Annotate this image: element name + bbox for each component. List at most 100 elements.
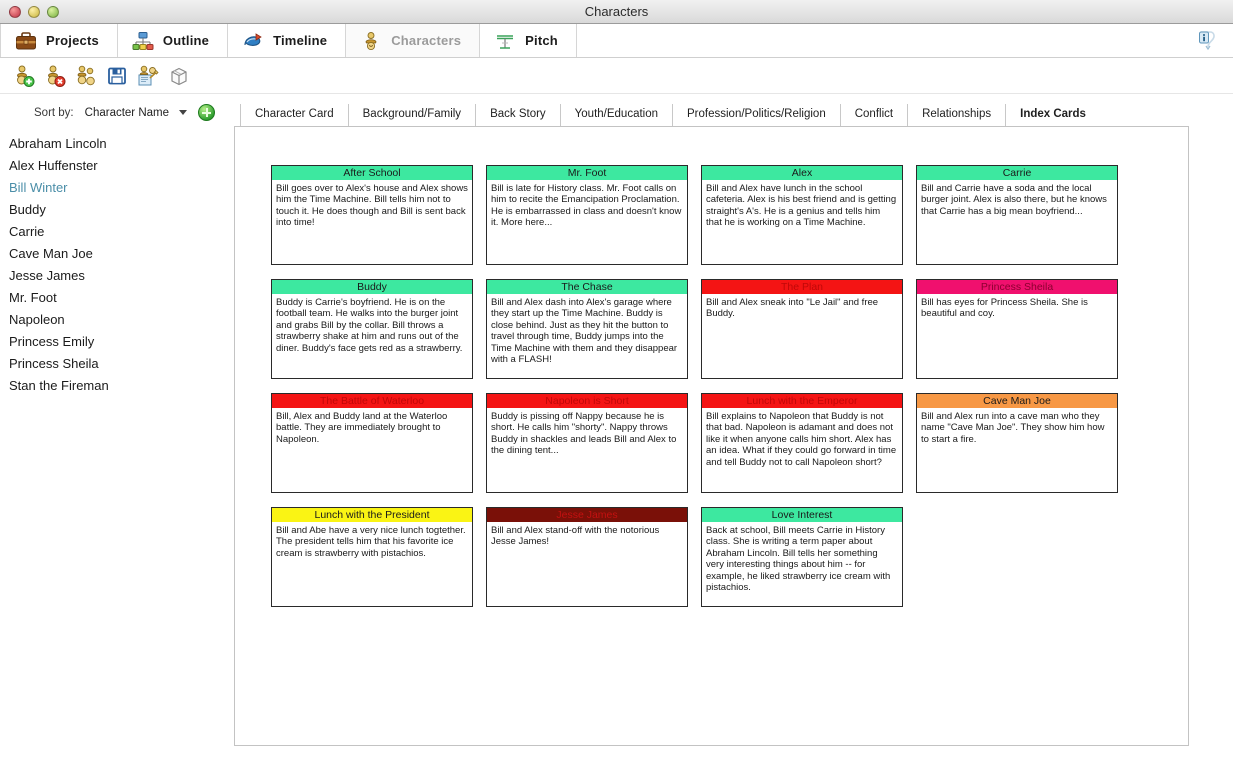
- detail-tab[interactable]: Character Card: [240, 104, 349, 126]
- character-report-icon: [136, 64, 160, 88]
- index-card-title: Alex: [702, 166, 902, 180]
- mode-tab-label: Characters: [391, 33, 462, 48]
- index-card-text: Bill is late for History class. Mr. Foot…: [491, 183, 682, 229]
- save-button[interactable]: [101, 61, 132, 91]
- title-bar: Characters: [0, 0, 1233, 24]
- mode-tab-label: Timeline: [273, 33, 328, 48]
- character-list-item[interactable]: Princess Sheila: [0, 353, 228, 375]
- index-card-title: Lunch with the President: [272, 508, 472, 522]
- content-area: Sort by: Character Name Abraham Lincoln A…: [0, 94, 1233, 768]
- mode-tab-outline[interactable]: Outline: [117, 24, 229, 57]
- detail-tab-label: Relationships: [922, 108, 992, 120]
- info-button[interactable]: [1193, 24, 1223, 57]
- detail-tab[interactable]: Background/Family: [348, 104, 477, 126]
- character-list-item[interactable]: Stan the Fireman: [0, 375, 228, 397]
- index-card[interactable]: The Chase Bill and Alex dash into Alex's …: [486, 279, 688, 379]
- index-card-text: Back at school, Bill meets Carrie in His…: [706, 525, 891, 594]
- detail-tab[interactable]: Profession/Politics/Religion: [673, 104, 841, 126]
- index-card-title: The Battle of Waterloo: [272, 394, 472, 408]
- character-list-item-label: Mr. Foot: [9, 290, 57, 305]
- window-controls: [9, 5, 59, 18]
- character-add-icon: [12, 64, 36, 88]
- sort-by-select[interactable]: Character Name: [81, 106, 191, 120]
- character-list-item[interactable]: Abraham Lincoln: [0, 133, 228, 155]
- zoom-button[interactable]: [47, 5, 59, 18]
- character-list-item-label: Napoleon: [9, 312, 65, 327]
- detail-tab[interactable]: Youth/Education: [560, 104, 674, 126]
- detail-tab[interactable]: Relationships: [908, 104, 1007, 126]
- index-card[interactable]: Cave Man Joe Bill and Alex run into a cav…: [916, 393, 1118, 493]
- detail-tab-label: Profession/Politics/Religion: [687, 108, 826, 120]
- index-card[interactable]: Jesse James Bill and Alex stand-off with …: [486, 507, 688, 607]
- index-card[interactable]: Alex Bill and Alex have lunch in the scho…: [701, 165, 903, 265]
- main-panel: Character Card Background/Family Back Stor…: [228, 94, 1233, 768]
- character-list-item[interactable]: Alex Huffenster: [0, 155, 228, 177]
- index-card[interactable]: Buddy Buddy is Carrie's boyfriend. He is …: [271, 279, 473, 379]
- character-list-item[interactable]: Napoleon: [0, 309, 228, 331]
- index-cards-panel: After School Bill goes over to Alex's hou…: [234, 126, 1189, 746]
- pitch-icon: [494, 31, 516, 51]
- index-card[interactable]: The Battle of Waterloo Bill, Alex and Bud…: [271, 393, 473, 493]
- index-card[interactable]: Princess Sheila Bill has eyes for Princes…: [916, 279, 1118, 379]
- characters-icon: [360, 31, 382, 51]
- mode-bar: Projects Outline Timeline Characters Pit…: [0, 24, 1233, 58]
- index-card-title: Jesse James: [487, 508, 687, 522]
- character-list-item[interactable]: Mr. Foot: [0, 287, 228, 309]
- close-button[interactable]: [9, 5, 21, 18]
- detail-tab[interactable]: Conflict: [840, 104, 909, 126]
- mode-tab-pitch[interactable]: Pitch: [480, 24, 577, 57]
- index-card-text: Bill and Alex sneak into "Le Jail" and f…: [706, 297, 879, 320]
- index-card-title: Carrie: [917, 166, 1117, 180]
- mode-tab-label: Projects: [46, 33, 99, 48]
- delete-character-button[interactable]: [39, 61, 70, 91]
- sort-row: Sort by: Character Name: [0, 102, 228, 129]
- tool-strip: [0, 58, 1233, 94]
- add-character-button[interactable]: [8, 61, 39, 91]
- character-list-item-label: Cave Man Joe: [9, 246, 93, 261]
- mode-tab-label: Outline: [162, 33, 210, 48]
- detail-tab-label: Index Cards: [1020, 108, 1086, 120]
- character-list-item-label: Princess Emily: [9, 334, 95, 349]
- index-card[interactable]: Lunch with the Emperor Bill explains to N…: [701, 393, 903, 493]
- character-list-item[interactable]: Carrie: [0, 221, 228, 243]
- index-card-text: Bill and Carrie have a soda and the loca…: [921, 183, 1107, 217]
- sort-label: Sort by:: [34, 106, 74, 119]
- index-card[interactable]: After School Bill goes over to Alex's hou…: [271, 165, 473, 265]
- index-card[interactable]: The Plan Bill and Alex sneak into "Le Jai…: [701, 279, 903, 379]
- archive-box-button[interactable]: [163, 61, 194, 91]
- character-list-item[interactable]: Buddy: [0, 199, 228, 221]
- character-list-item[interactable]: Jesse James: [0, 265, 228, 287]
- detail-tab-label: Character Card: [255, 108, 334, 120]
- mode-tab-characters[interactable]: Characters: [346, 24, 481, 57]
- application-window: Characters Projects Outline Timeline Cha…: [0, 0, 1233, 768]
- minimize-button[interactable]: [28, 5, 40, 18]
- mode-tab-projects[interactable]: Projects: [0, 24, 118, 57]
- character-list-item[interactable]: Cave Man Joe: [0, 243, 228, 265]
- mode-tab-timeline[interactable]: Timeline: [228, 24, 347, 57]
- character-list-item[interactable]: Bill Winter: [0, 177, 228, 199]
- mode-bar-spacer: [577, 24, 1193, 57]
- index-card-text: Bill has eyes for Princess Sheila. She i…: [921, 297, 1088, 320]
- index-card[interactable]: Mr. Foot Bill is late for History class. …: [486, 165, 688, 265]
- add-character-circle-button[interactable]: [198, 104, 216, 121]
- index-card-text: Bill and Alex stand-off with the notorio…: [491, 525, 660, 548]
- index-card-grid: After School Bill goes over to Alex's hou…: [235, 165, 1188, 607]
- index-card[interactable]: Lunch with the President Bill and Abe hav…: [271, 507, 473, 607]
- character-report-button[interactable]: [132, 61, 163, 91]
- index-card-title: The Plan: [702, 280, 902, 294]
- sort-by-value: Character Name: [84, 106, 170, 119]
- index-card[interactable]: Love Interest Back at school, Bill meets …: [701, 507, 903, 607]
- duplicate-character-button[interactable]: [70, 61, 101, 91]
- index-card-text: Bill and Alex have lunch in the school c…: [706, 183, 897, 229]
- character-list-item[interactable]: Princess Emily: [0, 331, 228, 353]
- index-card[interactable]: Napoleon is Short Buddy is pissing off Na…: [486, 393, 688, 493]
- detail-tab-label: Back Story: [490, 108, 546, 120]
- index-card-title: Buddy: [272, 280, 472, 294]
- mode-tab-label: Pitch: [525, 33, 558, 48]
- index-card-title: Cave Man Joe: [917, 394, 1117, 408]
- timeline-icon: [242, 31, 264, 51]
- detail-tab[interactable]: Back Story: [476, 104, 561, 126]
- detail-tab[interactable]: Index Cards: [1006, 104, 1100, 126]
- index-card-text: Bill explains to Napoleon that Buddy is …: [706, 411, 897, 468]
- index-card[interactable]: Carrie Bill and Carrie have a soda and th…: [916, 165, 1118, 265]
